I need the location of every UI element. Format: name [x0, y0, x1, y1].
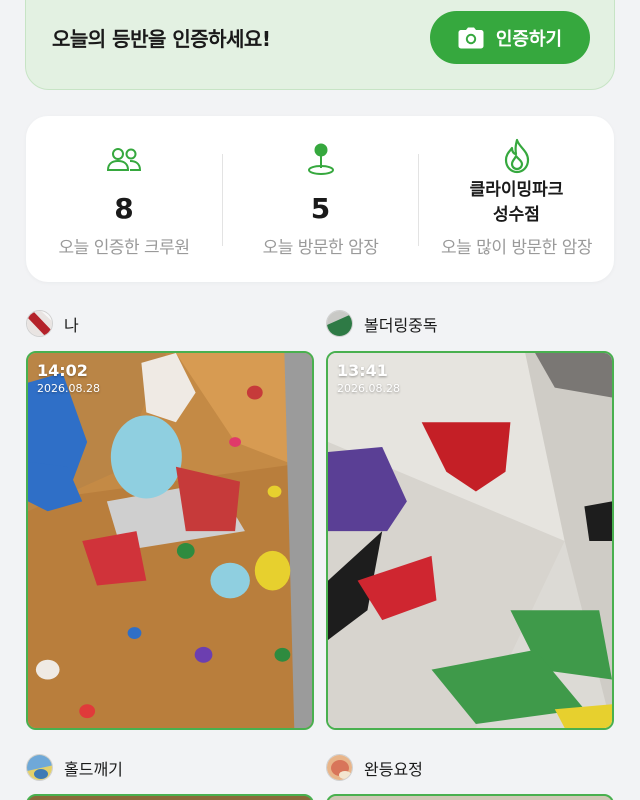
stat-popular-value-line2: 성수점 — [493, 205, 540, 225]
stat-crew-label: 오늘 인증한 크루원 — [58, 238, 190, 258]
climbing-wall-photo — [328, 353, 612, 728]
camera-icon — [458, 27, 484, 49]
certify-banner: 오늘의 등반을 인증하세요! 인증하기 — [25, 0, 615, 90]
stat-gym-count: 5 오늘 방문한 암장 — [223, 116, 418, 282]
location-pin-icon — [306, 142, 336, 180]
stat-popular-value: 클라이밍파크 성수점 — [419, 178, 614, 228]
stat-crew-count: 8 오늘 인증한 크루원 — [26, 116, 222, 282]
feed-user-name: 볼더링중독 — [364, 315, 438, 335]
feed-user-row[interactable]: 완등요정 — [326, 754, 423, 781]
photo-time: 14:02 — [37, 361, 88, 380]
avatar — [326, 310, 353, 337]
crew-users-icon — [106, 146, 142, 176]
photo-date: 2026.08.28 — [37, 382, 100, 395]
stat-popular-label: 오늘 많이 방문한 암장 — [441, 238, 592, 258]
feed-photo-card[interactable] — [26, 794, 314, 800]
stat-popular-gym: 클라이밍파크 성수점 오늘 많이 방문한 암장 — [419, 116, 614, 282]
certify-button-label: 인증하기 — [495, 28, 563, 50]
feed-user-row[interactable]: 볼더링중독 — [326, 310, 438, 337]
stat-gym-value: 5 — [310, 192, 331, 225]
feed-photo-card[interactable]: 14:02 2026.08.28 — [26, 351, 314, 730]
climbing-wall-photo — [28, 353, 312, 728]
feed-user-name: 나 — [64, 315, 79, 335]
feed-user-name: 홀드깨기 — [64, 759, 123, 779]
feed-user-row[interactable]: 홀드깨기 — [26, 754, 123, 781]
flame-icon — [502, 138, 532, 178]
today-stats-card: 8 오늘 인증한 크루원 5 오늘 방문한 암장 클라이밍파크 성수점 오늘 많… — [26, 116, 614, 282]
feed-user-name: 완등요정 — [364, 759, 423, 779]
feed-photo-card[interactable]: 13:41 2026.08.28 — [326, 351, 614, 730]
certify-button[interactable]: 인증하기 — [430, 11, 590, 64]
avatar — [26, 754, 53, 781]
banner-title: 오늘의 등반을 인증하세요! — [52, 27, 271, 51]
stat-popular-value-line1: 클라이밍파크 — [469, 180, 564, 200]
feed-user-row[interactable]: 나 — [26, 310, 79, 337]
avatar — [326, 754, 353, 781]
photo-time: 13:41 — [337, 361, 388, 380]
stat-gym-label: 오늘 방문한 암장 — [262, 238, 379, 258]
stat-crew-value: 8 — [114, 192, 134, 225]
avatar — [26, 310, 53, 337]
photo-date: 2026.08.28 — [337, 382, 400, 395]
feed-photo-card[interactable] — [326, 794, 614, 800]
